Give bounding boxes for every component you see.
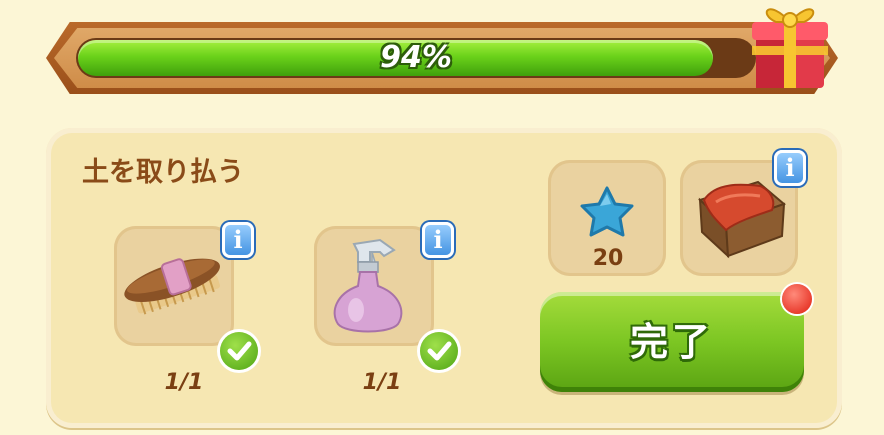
notification-dot (782, 284, 812, 314)
progress-bar: 94% (76, 38, 756, 78)
complete-button[interactable]: 完了 (540, 292, 804, 392)
item-count: 1/1 (164, 370, 204, 395)
required-item-spray-bottle[interactable] (314, 226, 434, 346)
checkmark-icon (420, 332, 458, 370)
item-count: 1/1 (362, 370, 402, 395)
complete-button-label: 完了 (629, 320, 714, 364)
spray-bottle-icon (333, 238, 403, 333)
task-title: 土を取り払う (82, 157, 244, 188)
gift-box-icon[interactable] (748, 0, 832, 92)
required-item-brush[interactable] (114, 226, 234, 346)
brush-icon (124, 258, 221, 315)
checkmark-icon (220, 332, 258, 370)
info-button[interactable]: i (774, 150, 806, 186)
progress-percent-label: 94% (380, 40, 452, 75)
info-button[interactable]: i (222, 222, 254, 258)
info-button[interactable]: i (422, 222, 454, 258)
reward-amount: 20 (592, 246, 624, 271)
